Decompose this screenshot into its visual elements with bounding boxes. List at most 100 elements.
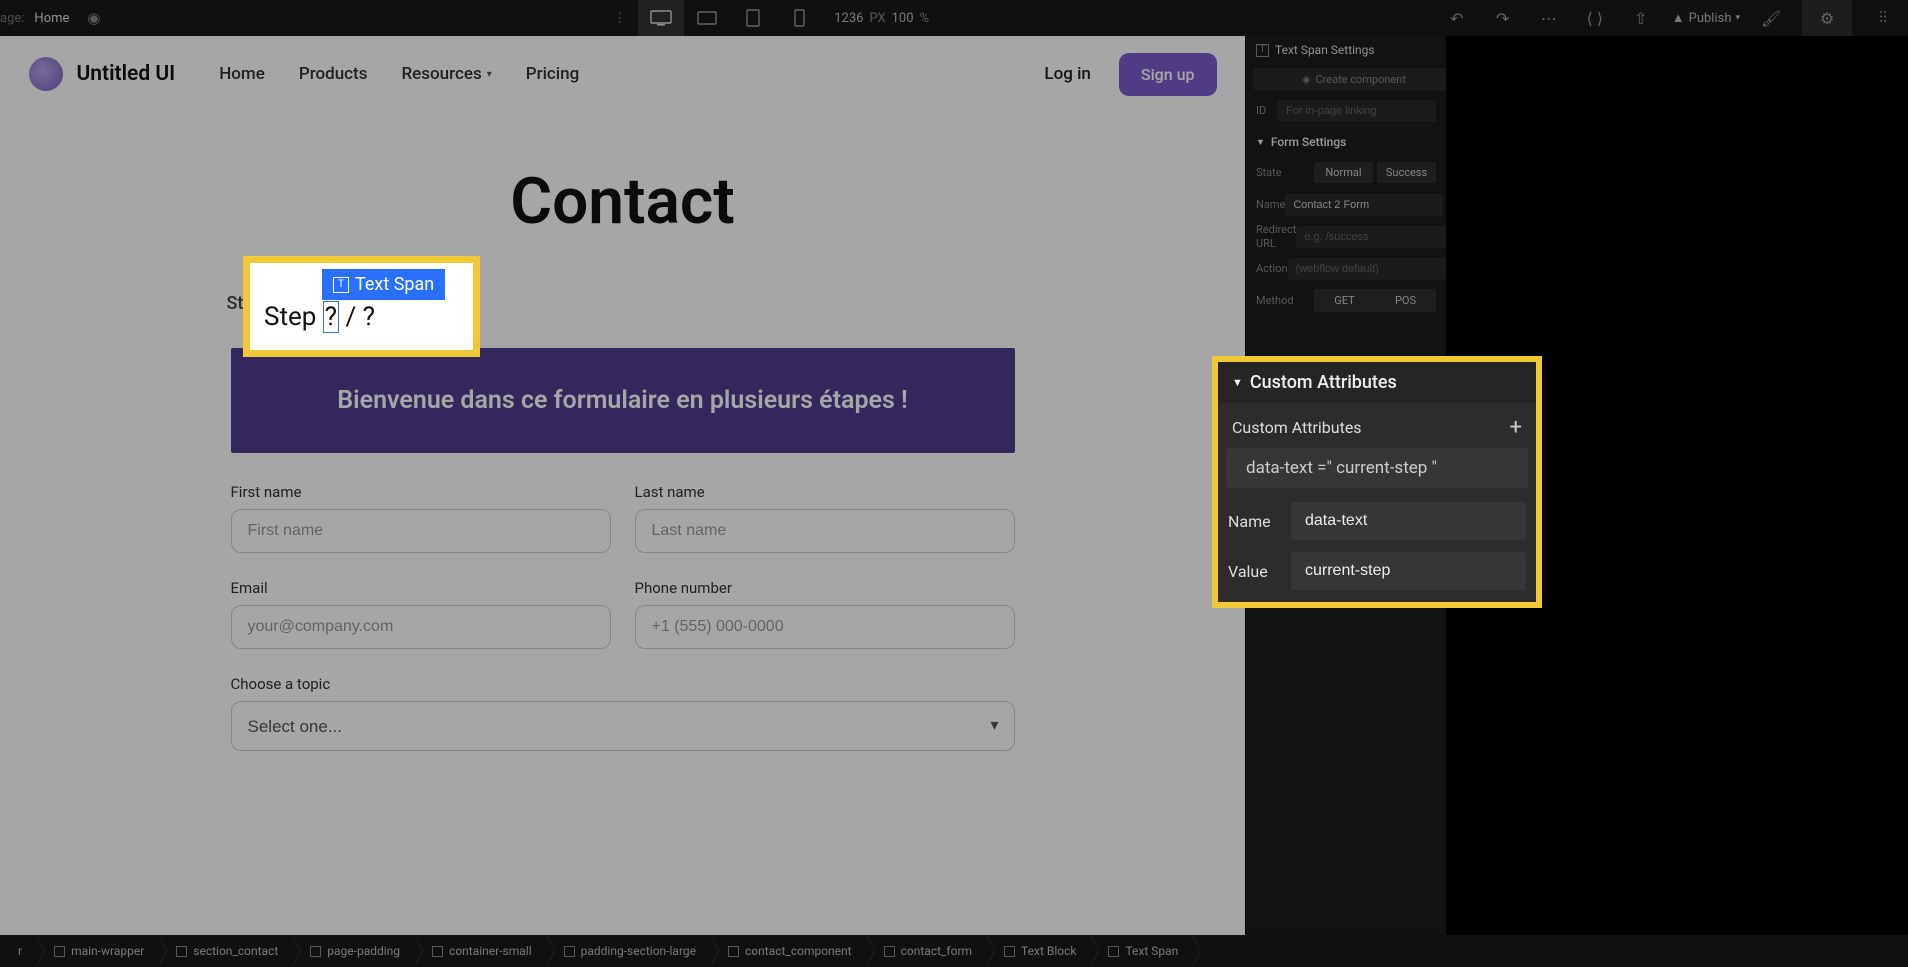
settings-gear-icon[interactable]: ⚙ — [1812, 3, 1842, 33]
custom-attributes-sublabel: Custom Attributes — [1232, 418, 1362, 437]
action-input[interactable] — [1288, 258, 1446, 280]
custom-attributes-header[interactable]: ▼ Custom Attributes — [1218, 362, 1536, 403]
breadcrumb-item[interactable]: container-small — [414, 935, 546, 967]
last-name-input[interactable] — [635, 509, 1015, 553]
more-options-icon[interactable]: ⋮ — [613, 11, 626, 26]
login-link[interactable]: Log in — [1044, 64, 1090, 84]
logo-mark — [29, 57, 63, 91]
email-label: Email — [231, 579, 611, 597]
breadcrumb-item[interactable]: padding-section-large — [546, 935, 710, 967]
page-label-prefix: age: — [0, 11, 24, 26]
style-panel-icon[interactable]: ⫶⫶ — [1868, 3, 1898, 33]
nav-products[interactable]: Products — [299, 64, 368, 84]
form-name-label: Name — [1256, 198, 1285, 211]
add-attribute-icon[interactable]: + — [1510, 415, 1522, 440]
contact-form: First name Last name Email Phone number … — [231, 483, 1015, 751]
mobile-mode-icon[interactable] — [776, 0, 822, 36]
attr-name-label: Name — [1228, 512, 1279, 531]
form-block-icon — [884, 946, 895, 957]
topic-field-wrap: Choose a topic Select one... — [231, 675, 1015, 751]
logo-text: Untitled UI — [77, 62, 176, 86]
viewport-unit: PX — [869, 11, 885, 26]
comments-icon[interactable]: ⋯ — [1534, 3, 1564, 33]
create-component-button[interactable]: ◈Create component — [1254, 68, 1446, 91]
code-icon[interactable]: ⟨ ⟩ — [1580, 3, 1610, 33]
text-span-icon — [1108, 946, 1119, 957]
breadcrumb-item[interactable]: section_contact — [158, 935, 292, 967]
div-block-icon — [176, 946, 187, 957]
div-block-icon — [432, 946, 443, 957]
component-diamond-icon: ◈ — [1302, 73, 1310, 86]
method-get-button[interactable]: GET — [1314, 289, 1375, 312]
breadcrumb-item[interactable]: Text Span — [1090, 935, 1192, 967]
last-name-field: Last name — [635, 483, 1015, 553]
state-success-button[interactable]: Success — [1377, 162, 1436, 183]
method-label: Method — [1256, 294, 1314, 307]
zoom-unit: % — [920, 11, 930, 26]
form-name-input[interactable] — [1285, 194, 1443, 216]
redirect-input[interactable] — [1296, 226, 1446, 248]
signup-button[interactable]: Sign up — [1119, 53, 1217, 96]
topic-select[interactable]: Select one... — [231, 701, 1015, 751]
email-input[interactable] — [231, 605, 611, 649]
caret-down-icon: ▼ — [1256, 137, 1265, 148]
breadcrumb-item[interactable]: main-wrapper — [36, 935, 158, 967]
site-header: Untitled UI Home Products Resources▾ Pri… — [5, 36, 1241, 112]
textspan-type-icon: T — [1256, 44, 1269, 57]
step-text-preview: Step ? / ? — [264, 302, 445, 332]
welcome-banner: Bienvenue dans ce formulaire en plusieur… — [231, 348, 1015, 453]
redirect-label: Redirect URL — [1256, 223, 1296, 249]
method-post-button[interactable]: POS — [1375, 289, 1436, 312]
topic-label: Choose a topic — [231, 675, 1015, 693]
attribute-string-display[interactable]: data-text =" current-step " — [1226, 448, 1528, 488]
preview-eye-icon[interactable]: ◉ — [87, 9, 100, 27]
last-name-label: Last name — [635, 483, 1015, 501]
attr-name-input[interactable] — [1291, 502, 1526, 540]
phone-label: Phone number — [635, 579, 1015, 597]
state-normal-button[interactable]: Normal — [1314, 162, 1373, 183]
attr-value-input[interactable] — [1291, 552, 1526, 590]
textspan-icon: T — [333, 277, 349, 293]
action-label: Action — [1256, 262, 1288, 275]
caret-down-icon: ▼ — [1232, 376, 1243, 389]
export-icon[interactable]: ⇧ — [1626, 3, 1656, 33]
form-settings-header[interactable]: ▼Form Settings — [1246, 127, 1446, 157]
designer-topbar: age: Home ◉ ⋮ 1236 PX 100 % ↶ ↷ ⋯ ⟨ ⟩ ⇧ … — [0, 0, 1908, 36]
breadcrumb-item[interactable]: r — [0, 935, 36, 967]
element-type-label: T Text Span — [322, 269, 445, 300]
zoom-value: 100 — [892, 11, 914, 26]
breadcrumb-item[interactable]: page-padding — [292, 935, 414, 967]
viewport-width: 1236 — [834, 11, 863, 26]
text-block-icon — [1004, 946, 1015, 957]
device-modes — [638, 0, 822, 36]
undo-icon[interactable]: ↶ — [1442, 3, 1472, 33]
nav-resources[interactable]: Resources▾ — [401, 64, 491, 84]
email-field-wrap: Email — [231, 579, 611, 649]
first-name-label: First name — [231, 483, 611, 501]
first-name-input[interactable] — [231, 509, 611, 553]
div-block-icon — [310, 946, 321, 957]
tablet-landscape-icon[interactable] — [684, 0, 730, 36]
design-canvas: Untitled UI Home Products Resources▾ Pri… — [0, 36, 1245, 935]
div-block-icon — [728, 946, 739, 957]
tablet-portrait-icon[interactable] — [730, 0, 776, 36]
phone-input[interactable] — [635, 605, 1015, 649]
attr-value-label: Value — [1228, 562, 1279, 581]
brush-icon[interactable]: 🖌 — [1756, 3, 1786, 33]
redo-icon[interactable]: ↷ — [1488, 3, 1518, 33]
nav-pricing[interactable]: Pricing — [526, 64, 580, 84]
breadcrumb-item[interactable]: contact_form — [866, 935, 986, 967]
page-name[interactable]: Home — [34, 11, 69, 26]
nav-home[interactable]: Home — [219, 64, 265, 84]
page-title: Contact — [5, 164, 1241, 239]
breadcrumb-item[interactable]: Text Block — [986, 935, 1090, 967]
publish-button[interactable]: ▲Publish▾ — [1672, 10, 1740, 26]
state-label: State — [1256, 166, 1314, 179]
phone-field-wrap: Phone number — [635, 579, 1015, 649]
selected-span[interactable]: ? — [323, 301, 339, 333]
breadcrumb-item[interactable]: contact_component — [710, 935, 866, 967]
desktop-mode-icon[interactable] — [638, 0, 684, 36]
custom-attributes-panel: ▼ Custom Attributes Custom Attributes + … — [1212, 356, 1542, 608]
div-block-icon — [564, 946, 575, 957]
id-input[interactable] — [1278, 100, 1436, 122]
